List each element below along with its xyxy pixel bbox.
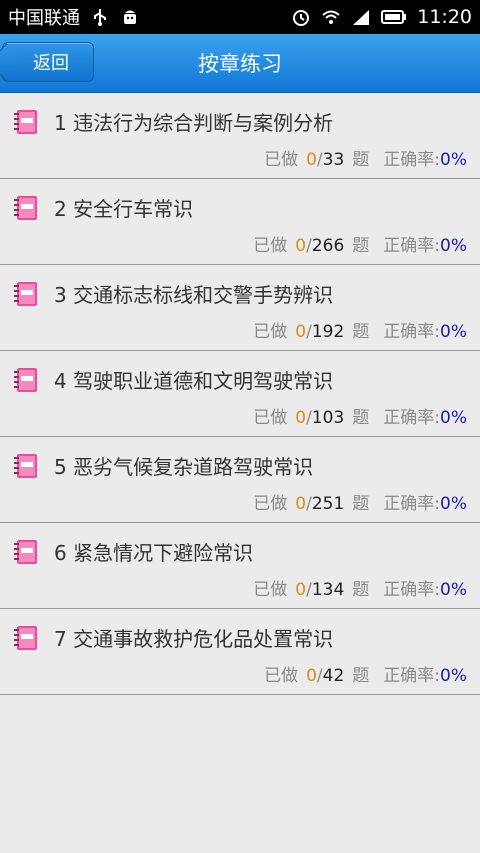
total-count: 33 — [322, 150, 345, 170]
total-count: 266 — [311, 236, 345, 256]
chapter-stats: 已做 0 / 192 题 正确率: 0% — [253, 317, 467, 342]
chapter-list: 1 违法行为综合判断与案例分析 已做 0 / 33 题 正确率: 0% 2 安全… — [0, 93, 480, 695]
total-count: 103 — [311, 408, 345, 428]
done-count: 0 — [295, 408, 307, 428]
chapter-item[interactable]: 3 交通标志标线和交警手势辨识 已做 0 / 192 题 正确率: 0% — [0, 265, 480, 351]
battery-icon — [381, 10, 407, 24]
question-label: 题 — [352, 236, 370, 256]
done-count: 0 — [306, 150, 317, 170]
chapter-item[interactable]: 1 违法行为综合判断与案例分析 已做 0 / 33 题 正确率: 0% — [0, 93, 480, 179]
question-label: 题 — [352, 322, 370, 342]
accuracy-label: 正确率: — [383, 408, 441, 428]
done-label: 已做 — [253, 322, 288, 342]
done-label: 已做 — [264, 666, 299, 686]
usb-icon — [94, 9, 106, 26]
total-count: 134 — [311, 580, 345, 600]
accuracy-value: 0% — [440, 494, 467, 514]
title-bar: 返回 按章练习 — [0, 34, 480, 93]
notebook-icon — [14, 626, 37, 650]
accuracy-value: 0% — [440, 322, 467, 342]
accuracy-label: 正确率: — [383, 150, 441, 170]
clock: 11:20 — [417, 6, 472, 28]
total-count: 192 — [311, 322, 345, 342]
chapter-title: 5 恶劣气候复杂道路驾驶常识 — [54, 455, 314, 479]
chapter-stats: 已做 0 / 251 题 正确率: 0% — [253, 489, 467, 514]
done-label: 已做 — [253, 494, 288, 514]
done-count: 0 — [295, 580, 307, 600]
done-label: 已做 — [253, 408, 288, 428]
question-label: 题 — [352, 666, 370, 686]
accuracy-label: 正确率: — [383, 666, 441, 686]
done-count: 0 — [306, 666, 317, 686]
accuracy-label: 正确率: — [383, 236, 441, 256]
notebook-icon — [14, 282, 37, 306]
done-label: 已做 — [264, 150, 299, 170]
signal-icon — [353, 10, 370, 25]
chapter-title: 2 安全行车常识 — [54, 197, 194, 221]
accuracy-value: 0% — [440, 150, 467, 170]
chapter-item[interactable]: 2 安全行车常识 已做 0 / 266 题 正确率: 0% — [0, 179, 480, 265]
done-count: 0 — [295, 322, 307, 342]
accuracy-label: 正确率: — [383, 580, 441, 600]
question-label: 题 — [352, 580, 370, 600]
chapter-item[interactable]: 7 交通事故救护危化品处置常识 已做 0 / 42 题 正确率: 0% — [0, 609, 480, 695]
chapter-title: 6 紧急情况下避险常识 — [54, 541, 254, 565]
page-title: 按章练习 — [198, 52, 282, 76]
carrier-name: 中国联通 — [8, 8, 80, 29]
back-button[interactable]: 返回 — [2, 42, 94, 82]
android-debug-icon — [124, 10, 136, 24]
notebook-icon — [14, 110, 37, 134]
chapter-item[interactable]: 5 恶劣气候复杂道路驾驶常识 已做 0 / 251 题 正确率: 0% — [0, 437, 480, 523]
chapter-title: 3 交通标志标线和交警手势辨识 — [54, 283, 334, 307]
notebook-icon — [14, 540, 37, 564]
wifi-icon — [322, 10, 340, 24]
question-label: 题 — [352, 408, 370, 428]
accuracy-label: 正确率: — [383, 494, 441, 514]
status-bar: 中国联通 11:20 — [0, 0, 480, 34]
back-button-label: 返回 — [33, 53, 69, 74]
chapter-title: 4 驾驶职业道德和文明驾驶常识 — [54, 369, 334, 393]
done-label: 已做 — [253, 236, 288, 256]
notebook-icon — [14, 454, 37, 478]
accuracy-value: 0% — [440, 408, 467, 428]
notebook-icon — [14, 368, 37, 392]
question-label: 题 — [352, 494, 370, 514]
chapter-item[interactable]: 4 驾驶职业道德和文明驾驶常识 已做 0 / 103 题 正确率: 0% — [0, 351, 480, 437]
chapter-stats: 已做 0 / 33 题 正确率: 0% — [264, 145, 467, 170]
done-label: 已做 — [253, 580, 288, 600]
chapter-stats: 已做 0 / 103 题 正确率: 0% — [253, 403, 467, 428]
chapter-stats: 已做 0 / 134 题 正确率: 0% — [253, 575, 467, 600]
chapter-stats: 已做 0 / 42 题 正确率: 0% — [264, 661, 467, 686]
accuracy-value: 0% — [440, 580, 467, 600]
total-count: 251 — [311, 494, 345, 514]
chapter-title: 7 交通事故救护危化品处置常识 — [54, 627, 334, 651]
total-count: 42 — [322, 666, 345, 686]
chapter-title: 1 违法行为综合判断与案例分析 — [54, 111, 334, 135]
alarm-icon — [293, 10, 310, 26]
notebook-icon — [14, 196, 37, 220]
done-count: 0 — [295, 494, 307, 514]
chapter-item[interactable]: 6 紧急情况下避险常识 已做 0 / 134 题 正确率: 0% — [0, 523, 480, 609]
accuracy-label: 正确率: — [383, 322, 441, 342]
question-label: 题 — [352, 150, 370, 170]
chapter-stats: 已做 0 / 266 题 正确率: 0% — [253, 231, 467, 256]
done-count: 0 — [295, 236, 307, 256]
accuracy-value: 0% — [440, 236, 467, 256]
accuracy-value: 0% — [440, 666, 467, 686]
